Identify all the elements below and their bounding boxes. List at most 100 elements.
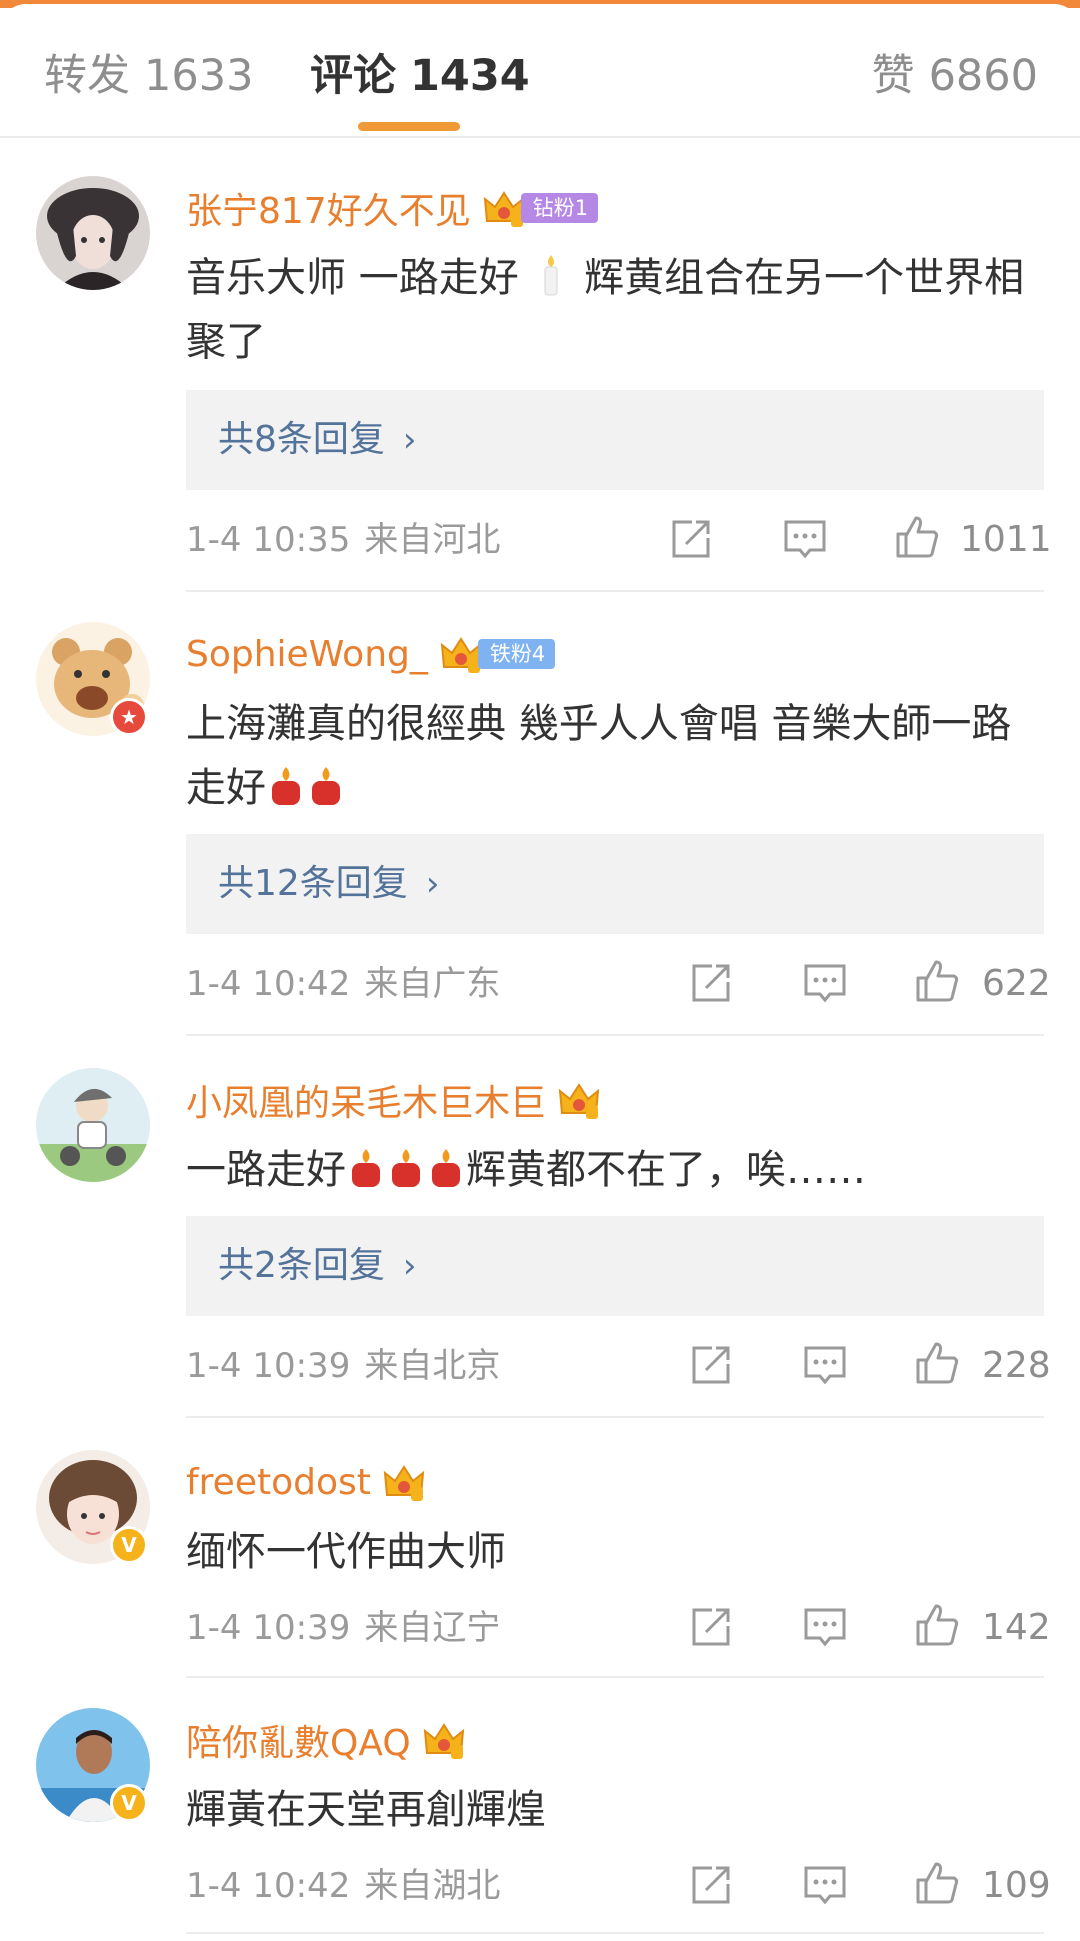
username[interactable]: freetodost — [186, 1462, 371, 1503]
tab-like[interactable]: 赞 6860 — [872, 50, 1038, 102]
timestamp: 1-4 10:39 — [186, 1346, 351, 1386]
like-icon[interactable] — [912, 1338, 962, 1388]
tab-like-count: 6860 — [928, 51, 1038, 101]
timestamp: 1-4 10:42 — [186, 964, 351, 1004]
divider — [186, 1676, 1044, 1678]
replies-count-text: 共12条回复 — [218, 863, 408, 904]
comment-meta: 1-4 10:39 来自辽宁 — [186, 1606, 500, 1650]
location: 来自河北 — [364, 520, 501, 560]
comment-text: 音乐大师 一路走好 辉黄组合在另一个世界相聚了 — [186, 246, 1046, 374]
username[interactable]: 张宁817好久不见 — [186, 182, 471, 234]
fan-badge: 铁粉4 — [477, 639, 556, 669]
share-icon[interactable] — [666, 514, 716, 564]
comment-item: ★ SophieWong_ 铁粉4 上海灘真的很經典 幾乎人人會唱 音樂大師一路… — [0, 600, 1080, 1040]
comment-icon[interactable] — [800, 1860, 850, 1910]
like-count: 1011 — [960, 519, 1052, 560]
tab-repost-count: 1633 — [144, 51, 254, 101]
tab-like-label: 赞 — [871, 51, 915, 101]
verified-badge: V — [110, 1526, 148, 1564]
comment-text: 缅怀一代作曲大师 — [186, 1520, 1046, 1584]
user-line: 小凤凰的呆毛木巨木巨 — [186, 1072, 602, 1128]
replies-link[interactable]: 共12条回复 › — [186, 834, 1044, 934]
active-tab-indicator — [358, 122, 460, 131]
username[interactable]: 陪你亂數QAQ — [186, 1714, 411, 1766]
like-count: 142 — [982, 1607, 1051, 1648]
fan-badge: 钻粉1 — [520, 193, 599, 223]
candle-emoji — [426, 1145, 466, 1189]
tab-comment[interactable]: 评论 1434 — [310, 50, 530, 102]
comment-text-part: 輝黃在天堂再創輝煌 — [186, 1787, 546, 1833]
location: 来自辽宁 — [364, 1608, 501, 1648]
tab-comment-count: 1434 — [410, 51, 530, 101]
comment-text: 上海灘真的很經典 幾乎人人會唱 音樂大師一路走好 — [186, 692, 1046, 820]
tab-comment-label: 评论 — [310, 51, 396, 101]
divider — [186, 1416, 1044, 1418]
crown-icon — [423, 1723, 464, 1759]
comment-text-part: 一路走好 — [186, 1147, 346, 1193]
tab-repost-label: 转发 — [44, 51, 130, 101]
replies-count-text: 共2条回复 — [218, 1245, 385, 1286]
like-icon[interactable] — [912, 1858, 962, 1908]
location: 来自湖北 — [364, 1866, 501, 1906]
like-count: 228 — [982, 1345, 1051, 1386]
comment-text-part: 音乐大师 一路走好 — [186, 255, 519, 301]
comment-text-part: 辉黄都不在了，唉…… — [466, 1147, 866, 1193]
like-count: 109 — [982, 1865, 1051, 1906]
comment-item: 张宁817好久不见 钻粉1 音乐大师 一路走好 辉黄组合在另一个世界相聚了 共8… — [0, 154, 1080, 596]
comment-text: 一路走好 辉黄都不在了，唉…… — [186, 1138, 1046, 1202]
divider — [186, 590, 1044, 592]
username[interactable]: 小凤凰的呆毛木巨木巨 — [186, 1074, 546, 1126]
chevron-right-icon: › — [402, 1246, 417, 1286]
like-icon[interactable] — [892, 512, 942, 562]
divider — [186, 1034, 1044, 1036]
verified-badge: ★ — [110, 698, 148, 736]
username[interactable]: SophieWong_ — [186, 634, 428, 675]
comment-item: 小凤凰的呆毛木巨木巨 一路走好 辉黄都不在了，唉…… 共2条回复 › 1-4 10:… — [0, 1046, 1080, 1430]
user-line: 张宁817好久不见 钻粉1 — [186, 180, 599, 236]
comment-meta: 1-4 10:42 来自湖北 — [186, 1864, 500, 1908]
share-icon[interactable] — [686, 1860, 736, 1910]
chevron-right-icon: › — [402, 420, 417, 460]
candle-emoji — [266, 763, 306, 807]
replies-link[interactable]: 共8条回复 › — [186, 390, 1044, 490]
timestamp: 1-4 10:42 — [186, 1866, 351, 1906]
candle-emoji — [306, 763, 346, 807]
user-line: 陪你亂數QAQ — [186, 1712, 467, 1768]
user-line: freetodost — [186, 1454, 427, 1510]
share-icon[interactable] — [686, 1602, 736, 1652]
comment-icon[interactable] — [800, 1340, 850, 1390]
crown-icon — [483, 191, 524, 227]
comment-meta: 1-4 10:35 来自河北 — [186, 518, 500, 562]
comment-text: 輝黃在天堂再創輝煌 — [186, 1778, 1046, 1842]
comment-icon[interactable] — [800, 1602, 850, 1652]
comment-meta: 1-4 10:39 来自北京 — [186, 1344, 500, 1388]
location: 来自广东 — [364, 964, 501, 1004]
comment-item: V 陪你亂數QAQ 輝黃在天堂再創輝煌 1-4 10:42 来自湖北 109 — [0, 1686, 1080, 1941]
comment-text-part: 缅怀一代作曲大师 — [186, 1529, 506, 1575]
replies-link[interactable]: 共2条回复 › — [186, 1216, 1044, 1316]
comment-sheet: 转发 1633 评论 1434 赞 6860 张宁817好久不见 钻粉1 音乐大师 一… — [0, 4, 1080, 1941]
crown-icon — [440, 637, 482, 673]
verified-badge: V — [110, 1784, 148, 1822]
comment-meta: 1-4 10:42 来自广东 — [186, 962, 500, 1006]
avatar[interactable] — [36, 176, 150, 290]
comment-icon[interactable] — [780, 514, 830, 564]
candle-emoji — [346, 1145, 386, 1189]
comment-icon[interactable] — [800, 958, 850, 1008]
crown-icon — [383, 1465, 425, 1501]
user-line: SophieWong_ 铁粉4 — [186, 626, 556, 682]
share-icon[interactable] — [686, 958, 736, 1008]
candle-emoji — [386, 1145, 426, 1189]
timestamp: 1-4 10:39 — [186, 1608, 351, 1648]
like-icon[interactable] — [912, 1600, 962, 1650]
tab-repost[interactable]: 转发 1633 — [44, 50, 253, 102]
candle-emoji — [531, 253, 571, 297]
share-icon[interactable] — [686, 1340, 736, 1390]
replies-count-text: 共8条回复 — [218, 419, 385, 460]
like-count: 622 — [982, 963, 1051, 1004]
timestamp: 1-4 10:35 — [186, 520, 351, 560]
crown-icon — [558, 1083, 600, 1119]
comment-item: V freetodost 缅怀一代作曲大师 1-4 10:39 来自辽宁 142 — [0, 1428, 1080, 1686]
avatar[interactable] — [36, 1068, 150, 1182]
like-icon[interactable] — [912, 956, 962, 1006]
